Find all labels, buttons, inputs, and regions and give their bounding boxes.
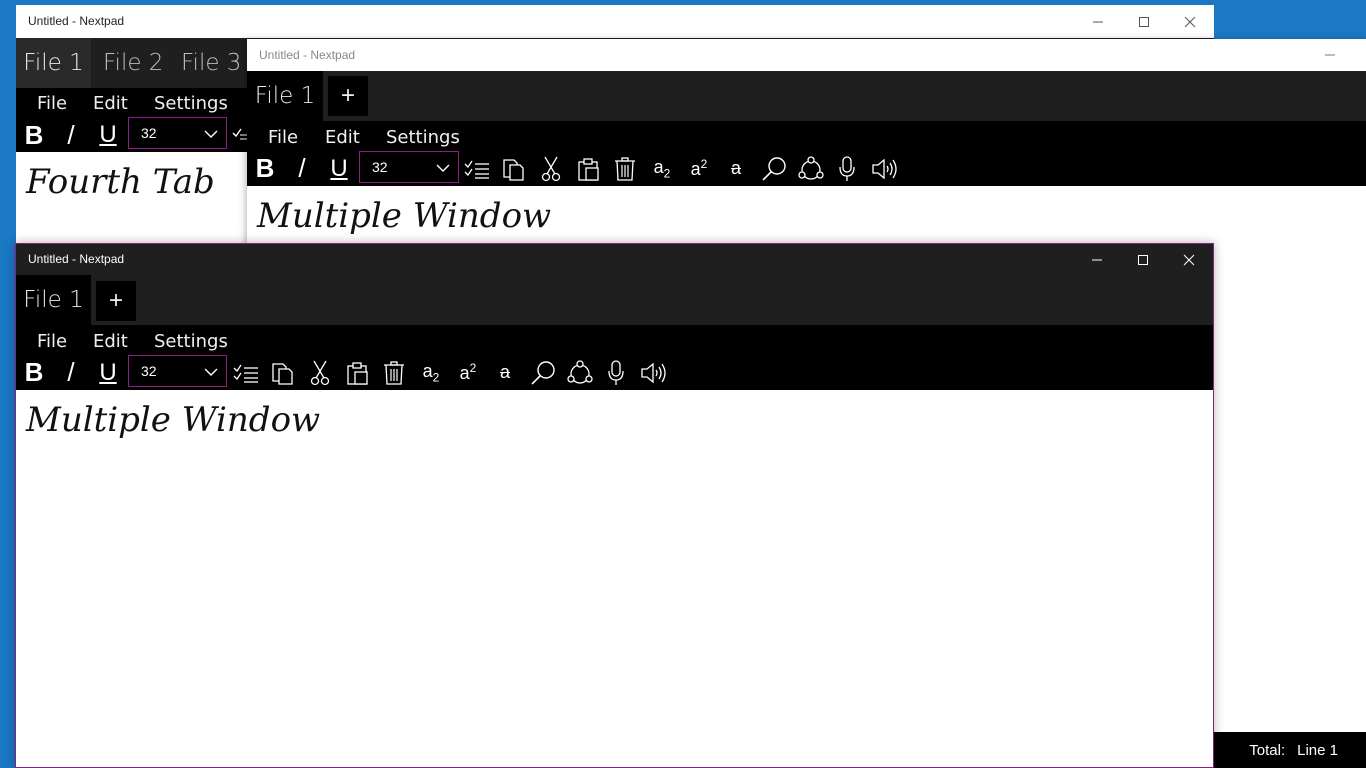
tab-file-2[interactable]: File 2 bbox=[103, 38, 183, 88]
status-total-label: Total: bbox=[1249, 741, 1286, 759]
minimize-button[interactable] bbox=[1074, 244, 1120, 275]
menu-file[interactable]: File bbox=[268, 127, 298, 148]
underline-icon[interactable]: U bbox=[94, 355, 122, 390]
editor-text: Fourth Tab bbox=[26, 162, 215, 202]
share-icon[interactable] bbox=[566, 355, 594, 390]
bold-icon[interactable]: B bbox=[20, 118, 48, 152]
chevron-down-icon bbox=[204, 125, 218, 141]
search-icon[interactable] bbox=[529, 355, 557, 390]
cut-icon[interactable] bbox=[307, 355, 333, 390]
superscript-icon[interactable]: a2 bbox=[686, 151, 712, 186]
microphone-icon[interactable] bbox=[603, 355, 629, 390]
window-title: Untitled - Nextpad bbox=[259, 48, 356, 62]
italic-icon[interactable]: / bbox=[288, 151, 316, 186]
menu-file[interactable]: File bbox=[37, 331, 67, 352]
menu-settings[interactable]: Settings bbox=[386, 127, 460, 148]
bold-icon[interactable]: B bbox=[20, 355, 48, 390]
italic-icon[interactable]: / bbox=[57, 355, 85, 390]
editor-text: Multiple Window bbox=[26, 400, 321, 440]
new-tab-button[interactable]: + bbox=[96, 281, 136, 321]
speaker-icon[interactable] bbox=[870, 151, 900, 186]
underline-icon[interactable]: U bbox=[325, 151, 353, 186]
font-size-select[interactable]: 32 bbox=[128, 117, 227, 149]
maximize-button[interactable] bbox=[1120, 244, 1166, 275]
cut-icon[interactable] bbox=[538, 151, 564, 186]
bold-icon[interactable]: B bbox=[251, 151, 279, 186]
tab-strip: File 1 + bbox=[16, 275, 1213, 325]
window-title: Untitled - Nextpad bbox=[28, 14, 125, 28]
minimize-button[interactable] bbox=[1307, 39, 1353, 71]
delete-icon[interactable] bbox=[381, 355, 407, 390]
window-title: Untitled - Nextpad bbox=[28, 252, 125, 266]
status-bar: Total: Line 1 bbox=[1213, 732, 1366, 768]
menu-settings[interactable]: Settings bbox=[154, 93, 228, 114]
strikethrough-icon[interactable]: a bbox=[492, 355, 518, 390]
menu-edit[interactable]: Edit bbox=[325, 127, 360, 148]
new-tab-button[interactable]: + bbox=[328, 76, 368, 116]
toolbar: B / U 32 a2 a2 a bbox=[247, 151, 1366, 186]
delete-icon[interactable] bbox=[612, 151, 638, 186]
strikethrough-icon[interactable]: a bbox=[723, 151, 749, 186]
search-icon[interactable] bbox=[760, 151, 788, 186]
underline-icon[interactable]: U bbox=[94, 118, 122, 152]
title-bar: Untitled - Nextpad bbox=[247, 39, 1366, 71]
close-button[interactable] bbox=[1167, 5, 1213, 38]
copy-icon[interactable] bbox=[500, 151, 528, 186]
chevron-down-icon bbox=[436, 159, 450, 175]
speaker-icon[interactable] bbox=[639, 355, 669, 390]
tab-strip: File 1 + bbox=[247, 71, 1366, 121]
subscript-icon[interactable]: a2 bbox=[649, 151, 675, 186]
close-button[interactable] bbox=[1166, 244, 1212, 275]
menu-bar: File Edit Settings bbox=[247, 121, 1366, 151]
menu-edit[interactable]: Edit bbox=[93, 331, 128, 352]
status-line-label: Line 1 bbox=[1297, 741, 1338, 759]
italic-icon[interactable]: / bbox=[57, 118, 85, 152]
menu-bar: File Edit Settings bbox=[16, 325, 1213, 355]
desktop: { "accent_color": "#8a1f8c", "window_bac… bbox=[0, 0, 1366, 768]
menu-settings[interactable]: Settings bbox=[154, 331, 228, 352]
window-front: Untitled - Nextpad File 1 + File Edit Se… bbox=[15, 243, 1214, 768]
checklist-icon[interactable] bbox=[463, 151, 491, 186]
title-bar: Untitled - Nextpad bbox=[16, 244, 1213, 275]
microphone-icon[interactable] bbox=[834, 151, 860, 186]
editor-area[interactable]: Multiple Window bbox=[16, 390, 1213, 767]
copy-icon[interactable] bbox=[269, 355, 297, 390]
paste-icon[interactable] bbox=[575, 151, 603, 186]
title-bar: Untitled - Nextpad bbox=[16, 5, 1214, 38]
checklist-icon[interactable] bbox=[232, 355, 260, 390]
menu-file[interactable]: File bbox=[37, 93, 67, 114]
tab-file-1[interactable]: File 1 bbox=[16, 38, 91, 88]
minimize-button[interactable] bbox=[1075, 5, 1121, 38]
tab-file-1[interactable]: File 1 bbox=[247, 71, 323, 121]
share-icon[interactable] bbox=[797, 151, 825, 186]
superscript-icon[interactable]: a2 bbox=[455, 355, 481, 390]
subscript-icon[interactable]: a2 bbox=[418, 355, 444, 390]
chevron-down-icon bbox=[204, 363, 218, 379]
tab-file-1[interactable]: File 1 bbox=[16, 275, 91, 325]
paste-icon[interactable] bbox=[344, 355, 372, 390]
menu-edit[interactable]: Edit bbox=[93, 93, 128, 114]
font-size-select[interactable]: 32 bbox=[359, 151, 459, 183]
toolbar: B / U 32 a2 a2 a bbox=[16, 355, 1213, 390]
editor-text: Multiple Window bbox=[257, 196, 552, 236]
font-size-select[interactable]: 32 bbox=[128, 355, 227, 387]
maximize-button[interactable] bbox=[1121, 5, 1167, 38]
